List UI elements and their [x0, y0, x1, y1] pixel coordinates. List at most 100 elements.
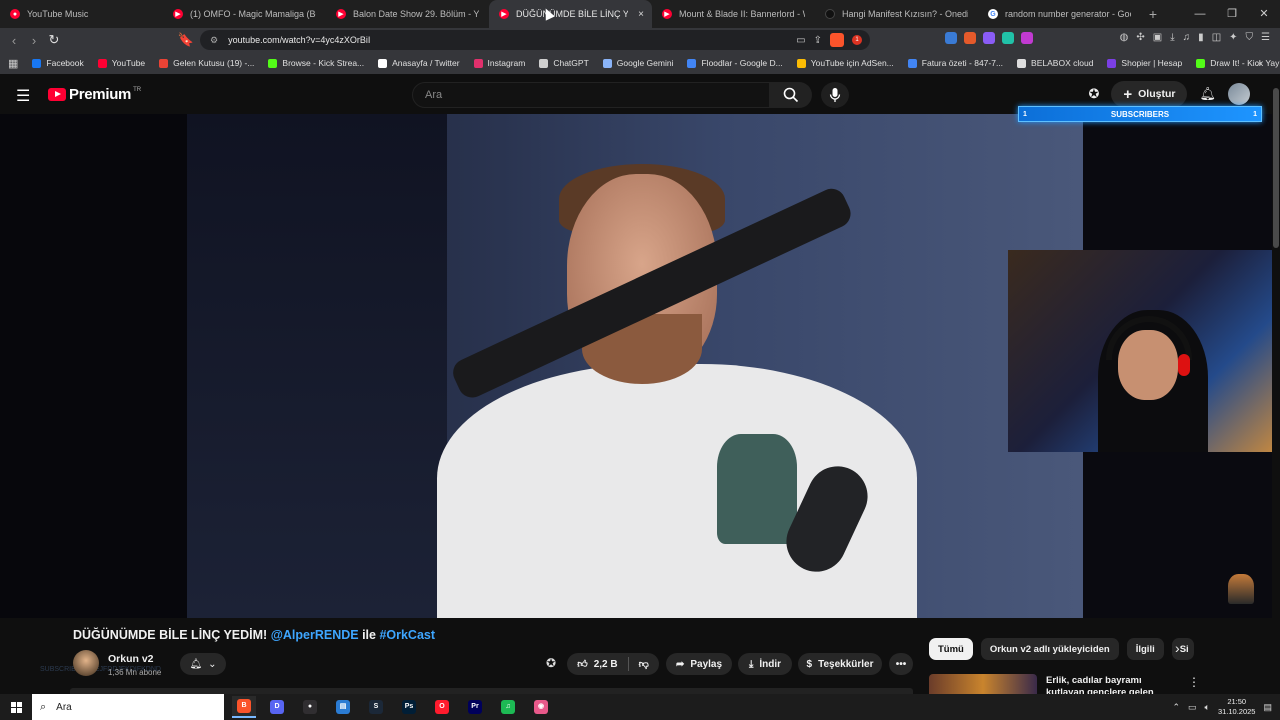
bookmark-item[interactable]: BELABOX cloud: [1017, 58, 1093, 68]
chip-all[interactable]: Tümü: [929, 638, 973, 660]
leo-icon[interactable]: ✦: [1229, 32, 1237, 43]
youtube-premium-logo[interactable]: Premium TR: [48, 86, 141, 103]
tab-bannerlord[interactable]: ▶ Mount & Blade II: Bannerlord - War: [652, 0, 815, 28]
new-tab-button[interactable]: +: [1141, 6, 1165, 22]
start-button[interactable]: [0, 694, 32, 720]
chevron-right-icon[interactable]: ›: [1175, 640, 1180, 656]
reload-icon[interactable]: ↻: [44, 32, 64, 48]
channel-name[interactable]: Orkun v2: [108, 653, 154, 665]
wallet-icon[interactable]: ▣: [1153, 32, 1162, 43]
extension-icon[interactable]: [964, 32, 976, 44]
taskbar-app-obs[interactable]: ●: [298, 696, 322, 718]
brave-shields-icon[interactable]: [830, 33, 844, 47]
create-button[interactable]: + Oluştur: [1111, 81, 1188, 107]
tab-active-video[interactable]: ▶ DÜĞÜNÜMDE BİLE LİNÇ YEDİM! ×: [489, 0, 652, 28]
tab-onedio[interactable]: Hangi Manifest Kızısın? - Onedio: [815, 0, 978, 28]
chip-from-uploader[interactable]: Orkun v2 adlı yükleyiciden: [980, 638, 1119, 660]
restore-icon[interactable]: ❐: [1216, 0, 1248, 28]
bookmark-item[interactable]: Instagram: [473, 58, 525, 68]
minimize-icon[interactable]: —: [1184, 0, 1216, 28]
bookmarks-more-icon[interactable]: »: [1256, 58, 1262, 69]
menu-icon[interactable]: ☰: [1261, 32, 1270, 43]
brave-rewards-badge[interactable]: 1: [852, 35, 862, 45]
chevron-up-icon[interactable]: ⌃: [1172, 702, 1180, 713]
back-icon[interactable]: ‹: [4, 33, 24, 48]
hashtag-link[interactable]: #OrkCast: [379, 628, 435, 642]
bookmark-item[interactable]: Google Gemini: [602, 58, 673, 68]
extension-icon[interactable]: ◍: [1120, 32, 1129, 43]
apps-grid-icon[interactable]: ▦: [8, 57, 18, 70]
sidebar-icon[interactable]: ▮: [1198, 32, 1204, 43]
bookmark-item[interactable]: YouTube: [97, 58, 145, 68]
bookmark-item[interactable]: ChatGPT: [539, 58, 589, 68]
share-button[interactable]: ➦ Paylaş: [666, 653, 732, 675]
taskbar-app-opera[interactable]: O: [430, 696, 454, 718]
notifications-icon[interactable]: ▤: [1263, 702, 1272, 713]
tab-omfo[interactable]: ▶ (1) OMFO - Magic Mamaliga (Borat: [163, 0, 326, 28]
download-button[interactable]: ⤓ İndir: [738, 653, 792, 675]
taskbar-app-photoshop[interactable]: Ps: [397, 696, 421, 718]
bookmark-item[interactable]: Shopier | Hesap: [1107, 58, 1182, 68]
more-actions-button[interactable]: •••: [889, 653, 913, 675]
extension-icon[interactable]: [945, 32, 957, 44]
forward-icon[interactable]: ›: [24, 33, 44, 48]
network-icon[interactable]: ▭: [1188, 702, 1197, 713]
search-input[interactable]: Ara: [412, 82, 770, 108]
thanks-button[interactable]: $ Teşekkürler: [798, 653, 882, 675]
bookmark-item[interactable]: Fatura özeti - 847-7...: [907, 58, 1003, 68]
like-button[interactable]: 👍︎: [577, 658, 587, 670]
taskbar-app-brave[interactable]: B: [232, 696, 256, 718]
tab-google-rng[interactable]: G random number generator - Google: [978, 0, 1141, 28]
cast-icon[interactable]: ▭: [796, 35, 805, 46]
site-settings-icon[interactable]: ⚙: [210, 35, 218, 46]
recommendation-thumbnail[interactable]: [929, 674, 1037, 694]
close-window-icon[interactable]: ✕: [1248, 0, 1280, 28]
notifications-bell-icon[interactable]: 🔔︎: [1199, 86, 1216, 102]
clock[interactable]: 21:50 31.10.2025: [1218, 697, 1256, 717]
taskbar-search-input[interactable]: ⌕ Ara: [32, 694, 224, 720]
extensions-puzzle-icon[interactable]: ✣: [1136, 32, 1144, 43]
media-icon[interactable]: ♫: [1183, 32, 1191, 43]
channel-avatar[interactable]: [73, 650, 99, 676]
volume-icon[interactable]: 🔈︎: [1205, 702, 1210, 713]
remix-sparkle-icon[interactable]: ✪: [1088, 86, 1099, 102]
search-button[interactable]: [770, 82, 812, 108]
wallet-icon[interactable]: ◫: [1212, 32, 1221, 43]
taskbar-app-app[interactable]: ◉: [529, 696, 553, 718]
page-scrollbar[interactable]: [1272, 74, 1280, 694]
subscription-bell-button[interactable]: 🔔︎ ⌄: [180, 653, 226, 675]
hamburger-menu-icon[interactable]: ☰: [16, 86, 30, 106]
taskbar-app-steam[interactable]: S: [364, 696, 388, 718]
extension-icon[interactable]: [983, 32, 995, 44]
bookmark-item[interactable]: YouTube için AdSen...: [796, 58, 894, 68]
video-player[interactable]: [0, 114, 1280, 618]
bookmark-item[interactable]: Anasayfa / Twitter: [378, 58, 460, 68]
bookmark-item[interactable]: Browse - Kick Strea...: [268, 58, 364, 68]
download-icon[interactable]: ⤓: [1170, 32, 1174, 43]
bookmark-icon[interactable]: 🔖: [176, 32, 196, 48]
bookmark-item[interactable]: Draw It! - Kick Yayın...: [1196, 58, 1280, 68]
taskbar-app-file[interactable]: ▤: [331, 696, 355, 718]
extension-icon[interactable]: [1002, 32, 1014, 44]
recommendation-title[interactable]: Erlik, cadılar bayramı kutlayan gençlere…: [1046, 675, 1176, 695]
account-avatar[interactable]: [1228, 83, 1250, 105]
taskbar-app-discord[interactable]: D: [265, 696, 289, 718]
remix-icon[interactable]: ✪: [546, 656, 556, 670]
chip-related[interactable]: İlgili: [1126, 638, 1164, 660]
mention-link[interactable]: @AlperRENDE: [271, 628, 359, 642]
address-bar[interactable]: ⚙ youtube.com/watch?v=4yc4zXOrBiI ▭ ⇪ 1: [200, 30, 870, 50]
extension-icon[interactable]: [1021, 32, 1033, 44]
share-icon[interactable]: ⇪: [814, 35, 822, 46]
bookmark-item[interactable]: Gelen Kutusu (19) -...: [159, 58, 254, 68]
bookmark-item[interactable]: Facebook: [32, 58, 84, 68]
more-vertical-icon[interactable]: ⋮: [1188, 675, 1200, 689]
voice-search-button[interactable]: [821, 82, 849, 108]
scrollbar-thumb[interactable]: [1273, 88, 1279, 248]
taskbar-app-premiere[interactable]: Pr: [463, 696, 487, 718]
taskbar-app-spotify[interactable]: ♫: [496, 696, 520, 718]
tab-balon-date-show[interactable]: ▶ Balon Date Show 29. Bölüm - YouTu: [326, 0, 489, 28]
tab-youtube-music[interactable]: ● YouTube Music: [0, 0, 163, 28]
dislike-button[interactable]: 👎︎: [639, 658, 649, 670]
close-tab-icon[interactable]: ×: [638, 9, 644, 20]
vpn-icon[interactable]: ⛉: [1246, 32, 1254, 43]
